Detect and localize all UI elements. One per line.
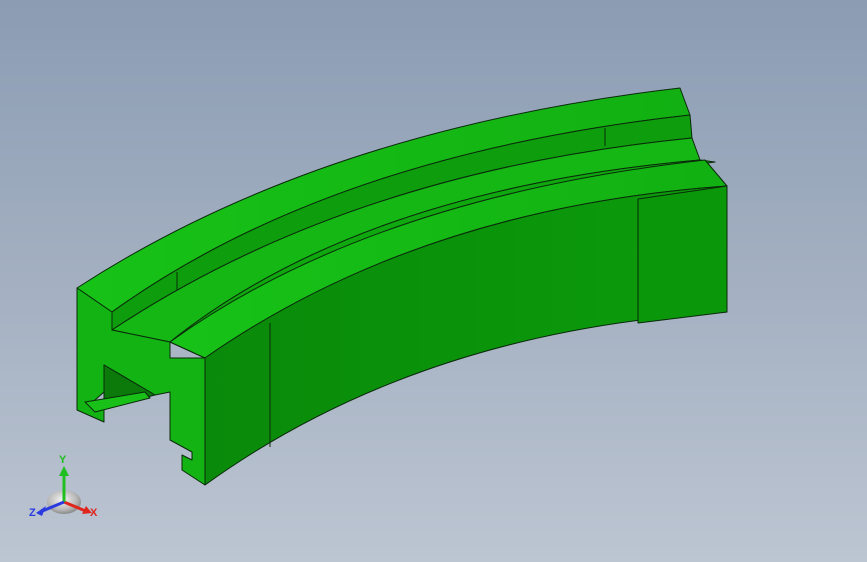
curved-rail-model[interactable] — [76, 87, 728, 486]
rail-end-face — [637, 185, 728, 324]
triad-y-arrow-icon — [59, 466, 69, 476]
model-canvas[interactable]: X Y Z — [0, 0, 867, 562]
view-triad[interactable]: X Y Z — [29, 454, 98, 519]
triad-y-label: Y — [59, 454, 67, 466]
triad-z-label: Z — [29, 507, 36, 519]
3d-viewport[interactable]: X Y Z — [0, 0, 867, 562]
triad-x-label: X — [90, 507, 98, 519]
